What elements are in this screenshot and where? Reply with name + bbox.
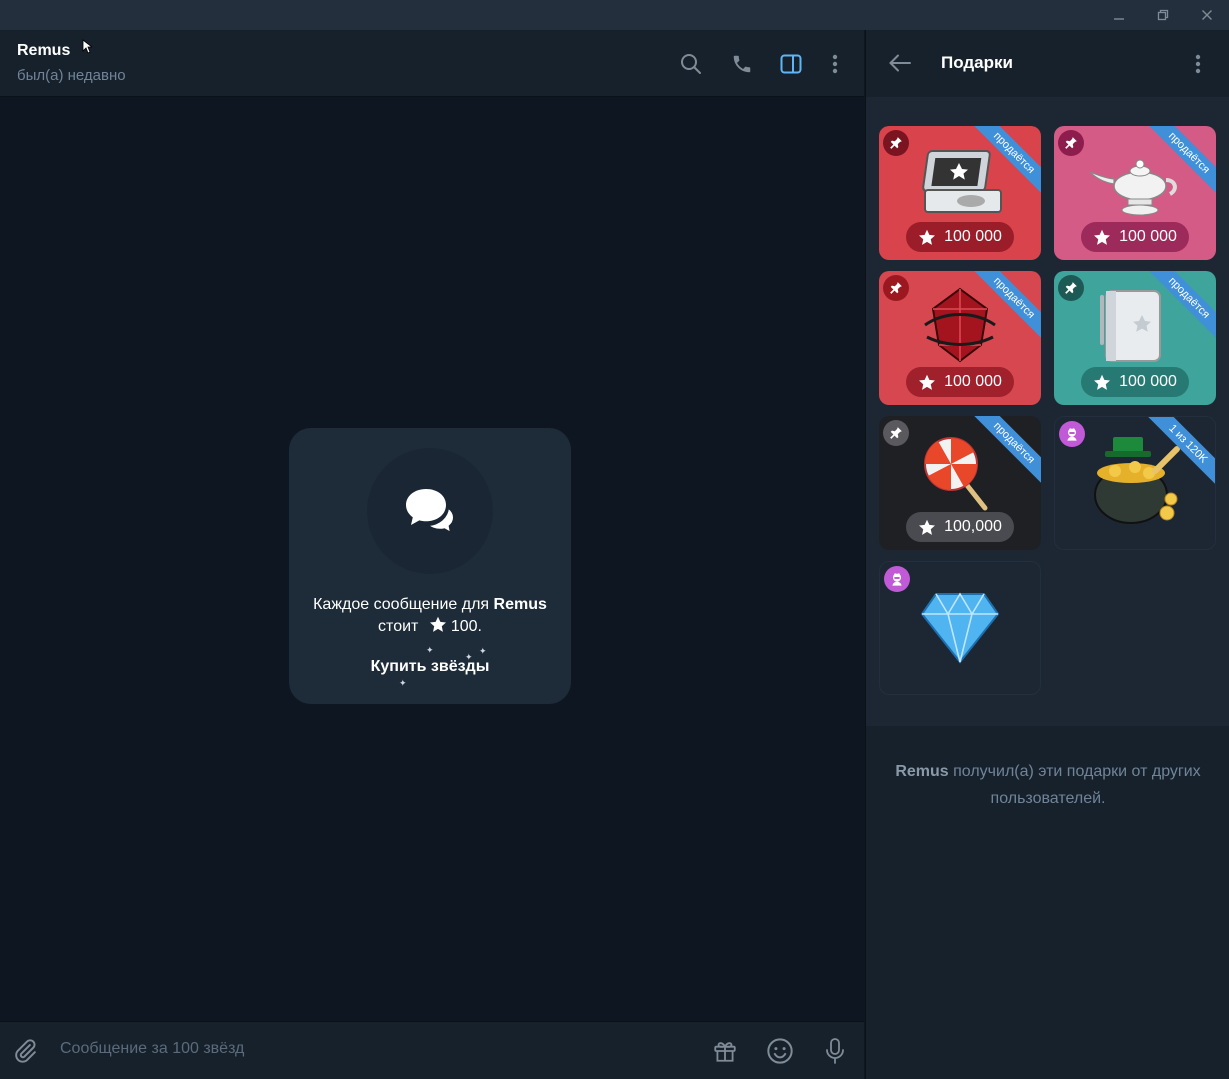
pin-icon[interactable] xyxy=(883,275,909,301)
chat-area: Remus был(а) недавно Каждое сообщение дл… xyxy=(0,30,864,1079)
pin-icon[interactable] xyxy=(883,130,909,156)
panel-header: Подарки xyxy=(866,30,1229,97)
cost-value: 100. xyxy=(450,618,482,635)
search-icon[interactable] xyxy=(677,50,705,78)
window-titlebar xyxy=(0,0,1229,30)
lollipop-icon xyxy=(924,437,988,511)
gift-price: 100 000 xyxy=(1081,367,1189,397)
panel-more-icon[interactable] xyxy=(1184,50,1212,78)
gift-card-pot-of-gold[interactable]: 1 из 120K xyxy=(1054,416,1216,550)
star-icon xyxy=(1094,374,1111,390)
buy-stars-button[interactable]: Купить звёзды xyxy=(289,658,571,676)
gift-price: 100 000 xyxy=(906,367,1014,397)
restore-icon[interactable] xyxy=(1141,0,1185,30)
gift-card-crystal[interactable]: продаётся 100 000 xyxy=(879,271,1041,405)
footer-name: Remus xyxy=(895,763,949,780)
paid-messages-peer: Remus xyxy=(493,596,547,613)
composer xyxy=(0,1021,864,1079)
paid-messages-text: Каждое сообщение для Remus стоит 100. xyxy=(289,594,571,640)
gift-price-value: 100 000 xyxy=(944,228,1002,245)
microphone-icon[interactable] xyxy=(820,1036,850,1066)
close-icon[interactable] xyxy=(1185,0,1229,30)
diamond-icon xyxy=(920,592,1000,664)
panel-footer: Remus получил(а) эти подарки от других п… xyxy=(866,758,1229,812)
peer-name[interactable]: Remus xyxy=(17,42,70,60)
gift-card-diamond[interactable] xyxy=(879,561,1041,695)
lamp-icon xyxy=(1089,159,1177,216)
crystal-icon xyxy=(924,287,996,363)
gift-price: 100 000 xyxy=(906,222,1014,252)
gift-card-lollipop[interactable]: продаётся 100,000 xyxy=(879,416,1041,550)
gift-price-value: 100 000 xyxy=(1119,373,1177,390)
back-arrow-icon[interactable] xyxy=(886,49,914,77)
paid-messages-card: Каждое сообщение для Remus стоит 100. ✦ … xyxy=(289,428,571,704)
phone-icon[interactable] xyxy=(728,50,756,78)
star-icon xyxy=(919,229,936,245)
chat-header[interactable]: Remus был(а) недавно xyxy=(0,30,864,97)
attach-icon[interactable] xyxy=(10,1036,40,1066)
mouse-cursor-icon xyxy=(82,39,94,60)
gifts-panel: Подарки продаётся 100 000 продаётся 100 … xyxy=(865,30,1229,1079)
panel-title: Подарки xyxy=(941,53,1013,72)
star-icon xyxy=(919,519,936,535)
gift-icon[interactable] xyxy=(710,1036,740,1066)
star-icon xyxy=(1094,229,1111,245)
paid-messages-prefix: Каждое сообщение для xyxy=(313,596,490,613)
pin-icon[interactable] xyxy=(1058,130,1084,156)
owner-avatar-icon[interactable] xyxy=(884,566,910,592)
gifts-grid: продаётся 100 000 продаётся 100 000 прод… xyxy=(866,97,1229,726)
notebook-icon xyxy=(1100,290,1161,362)
chat-bubbles-icon xyxy=(367,448,493,574)
message-input[interactable] xyxy=(60,1040,620,1058)
sidebar-toggle-icon[interactable] xyxy=(777,50,805,78)
star-icon xyxy=(919,374,936,390)
star-icon xyxy=(429,616,447,640)
emoji-icon[interactable] xyxy=(765,1036,795,1066)
more-vertical-icon[interactable] xyxy=(821,50,849,78)
gift-card-case[interactable]: продаётся 100 000 xyxy=(879,126,1041,260)
gift-price: 100,000 xyxy=(906,512,1014,542)
gift-price: 100 000 xyxy=(1081,222,1189,252)
case-icon xyxy=(922,150,1002,213)
minimize-icon[interactable] xyxy=(1097,0,1141,30)
gift-price-value: 100 000 xyxy=(944,373,1002,390)
cost-prefix: стоит xyxy=(378,618,419,635)
footer-text: получил(а) эти подарки от других пользов… xyxy=(953,763,1201,807)
gift-price-value: 100 000 xyxy=(1119,228,1177,245)
gift-card-lamp[interactable]: продаётся 100 000 xyxy=(1054,126,1216,260)
peer-status: был(а) недавно xyxy=(17,67,126,84)
gift-card-notebook[interactable]: продаётся 100 000 xyxy=(1054,271,1216,405)
pin-icon[interactable] xyxy=(883,420,909,446)
pin-icon[interactable] xyxy=(1058,275,1084,301)
owner-avatar-icon[interactable] xyxy=(1059,421,1085,447)
pot-of-gold-icon xyxy=(1094,437,1180,524)
gift-price-value: 100,000 xyxy=(944,518,1002,535)
